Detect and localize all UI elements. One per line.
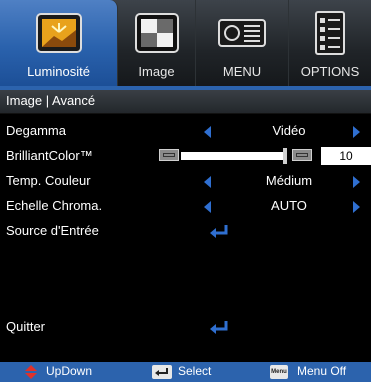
menu-key-icon: Menu — [270, 365, 288, 379]
projector-icon — [218, 19, 266, 47]
enter-key-icon — [152, 365, 172, 379]
row-value: Vidéo — [272, 123, 306, 138]
row-value: Médium — [265, 173, 313, 188]
left-arrow-icon[interactable] — [204, 201, 211, 213]
row-label: Temp. Couleur — [6, 173, 91, 188]
projector-osd-menu: Luminosité Image MENU OPTIONS Image | Av… — [0, 0, 371, 382]
row-label: BrilliantColor™ — [6, 148, 93, 163]
tab-label: OPTIONS — [300, 64, 360, 79]
row-brilliantcolor[interactable]: BrilliantColor™ 10 — [0, 145, 371, 167]
enter-icon[interactable] — [208, 223, 230, 239]
left-arrow-icon[interactable] — [204, 126, 211, 138]
picture-sun-icon — [35, 13, 82, 53]
row-label: Source d'Entrée — [6, 223, 99, 238]
row-label: Echelle Chroma. — [6, 198, 103, 213]
footer-hint-bar: UpDown Select Menu Menu Off — [0, 362, 371, 382]
checklist-icon — [315, 11, 345, 55]
updown-arrows-icon — [25, 365, 37, 379]
tab-label: Luminosité — [27, 64, 90, 79]
row-quitter[interactable]: Quitter — [0, 316, 371, 338]
row-label: Degamma — [6, 123, 66, 138]
row-label: Quitter — [6, 319, 46, 334]
remote-plus-icon[interactable] — [292, 149, 312, 161]
tab-menu[interactable]: MENU — [196, 0, 289, 86]
footer-select-label: Select — [178, 364, 212, 378]
left-arrow-icon[interactable] — [204, 176, 211, 188]
row-source-entree[interactable]: Source d'Entrée — [0, 220, 371, 242]
slider-fill — [181, 152, 285, 160]
section-title: Image | Avancé — [6, 93, 96, 108]
row-value: AUTO — [271, 198, 307, 213]
right-arrow-icon[interactable] — [353, 176, 360, 188]
tab-luminosite[interactable]: Luminosité — [0, 0, 118, 86]
right-arrow-icon[interactable] — [353, 126, 360, 138]
row-degamma[interactable]: Degamma Vidéo — [0, 120, 371, 142]
tab-bar: Luminosité Image MENU OPTIONS — [0, 0, 371, 86]
contrast-squares-icon — [134, 13, 179, 53]
row-temp-couleur[interactable]: Temp. Couleur Médium — [0, 170, 371, 192]
right-arrow-icon[interactable] — [353, 201, 360, 213]
tab-label: MENU — [222, 64, 262, 79]
brilliantcolor-slider-track[interactable] — [181, 152, 285, 160]
tab-options[interactable]: OPTIONS — [289, 0, 371, 86]
enter-icon[interactable] — [208, 319, 230, 335]
footer-updown-label: UpDown — [46, 364, 93, 378]
tab-image[interactable]: Image — [118, 0, 196, 86]
tab-label: Image — [138, 64, 175, 79]
slider-handle[interactable] — [283, 148, 287, 164]
row-echelle-chroma[interactable]: Echelle Chroma. AUTO — [0, 195, 371, 217]
section-header: Image | Avancé — [0, 90, 371, 114]
brilliantcolor-value: 10 — [339, 149, 353, 163]
footer-menu-off-label: Menu Off — [297, 364, 347, 378]
brilliantcolor-value-box: 10 — [321, 147, 371, 165]
remote-minus-icon[interactable] — [159, 149, 179, 161]
